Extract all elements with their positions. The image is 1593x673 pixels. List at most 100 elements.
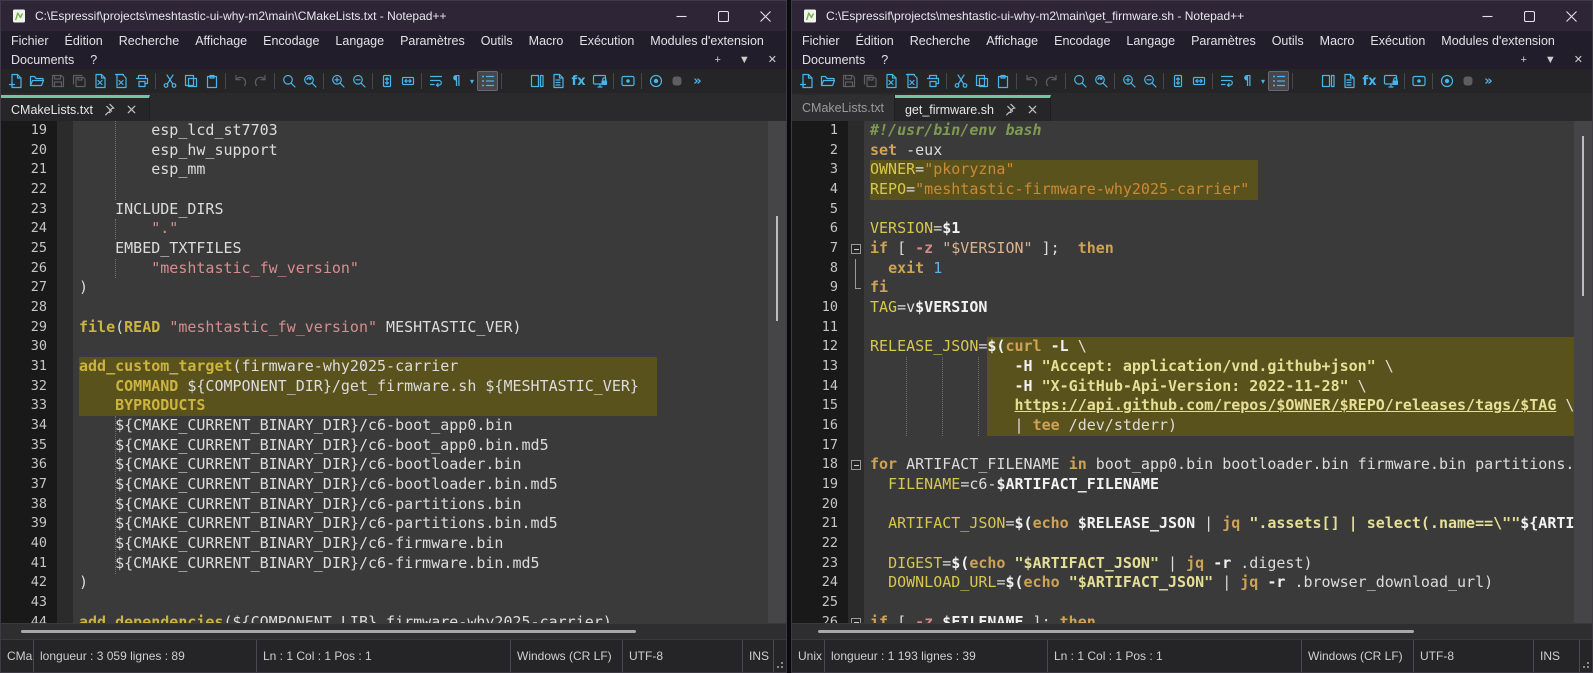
vertical-scrollbar-thumb[interactable] [776, 216, 778, 321]
tab-list-button[interactable]: ▼ [730, 54, 759, 66]
macro-play-icon[interactable] [1436, 71, 1457, 91]
menu-item-8[interactable]: Macro [1312, 34, 1363, 48]
minimize-button[interactable] [1466, 1, 1508, 31]
macro-play-icon[interactable] [645, 71, 666, 91]
doc-map-icon[interactable] [1317, 71, 1338, 91]
zoom-out-icon[interactable] [348, 71, 369, 91]
cut-icon[interactable] [159, 71, 180, 91]
vertical-scrollbar[interactable] [768, 121, 786, 623]
code-editor[interactable]: 19 esp_lcd_st770320 esp_hw_support21 esp… [1, 121, 786, 623]
tab-close-icon[interactable] [1025, 102, 1040, 117]
tab-cmakelists-txt[interactable]: CMakeLists.txt [1, 95, 150, 121]
menu-item-7[interactable]: Outils [473, 34, 521, 48]
menu-item-10[interactable]: Modules d'extension [1433, 34, 1563, 48]
horizontal-scrollbar-thumb[interactable] [818, 630, 1414, 633]
code-editor[interactable]: 1#!/usr/bin/env bash2set -eux3OWNER="pko… [792, 121, 1592, 623]
menu-item-5[interactable]: Langage [327, 34, 392, 48]
doc-map-icon[interactable] [526, 71, 547, 91]
menu-item-6[interactable]: Paramètres [392, 34, 473, 48]
close-file-icon[interactable] [89, 71, 110, 91]
menu-item-row2-1[interactable]: ? [873, 53, 896, 67]
menu-item-7[interactable]: Outils [1264, 34, 1312, 48]
menu-item-2[interactable]: Recherche [111, 34, 187, 48]
new-file-icon[interactable] [796, 71, 817, 91]
indent-guides-icon[interactable] [1268, 71, 1289, 91]
function-list-icon[interactable] [1296, 71, 1317, 91]
horizontal-scrollbar[interactable] [792, 623, 1592, 639]
doc-list-icon[interactable] [547, 71, 568, 91]
word-wrap-icon[interactable] [425, 71, 446, 91]
menu-item-8[interactable]: Macro [521, 34, 572, 48]
function-list-icon[interactable] [505, 71, 526, 91]
menu-item-1[interactable]: Édition [57, 34, 111, 48]
open-file-icon[interactable] [26, 71, 47, 91]
menu-item-9[interactable]: Exécution [1362, 34, 1433, 48]
tab-cmakelists-txt[interactable]: CMakeLists.txt [792, 95, 895, 121]
new-tab-button[interactable]: + [1511, 54, 1535, 66]
resize-grip[interactable] [1580, 640, 1592, 672]
sync-scroll-h-icon[interactable] [1188, 71, 1209, 91]
copy-icon[interactable] [971, 71, 992, 91]
new-file-icon[interactable] [5, 71, 26, 91]
paste-icon[interactable] [992, 71, 1013, 91]
menu-item-10[interactable]: Modules d'extension [642, 34, 772, 48]
toolbar-overflow-icon[interactable]: » [1478, 71, 1499, 91]
doc-monitor-icon[interactable] [1380, 71, 1401, 91]
open-file-icon[interactable] [817, 71, 838, 91]
show-symbols-icon[interactable]: ¶ [1237, 71, 1258, 91]
doc-list-icon[interactable] [1338, 71, 1359, 91]
cut-icon[interactable] [950, 71, 971, 91]
vertical-scrollbar-thumb[interactable] [1582, 136, 1584, 296]
close-doc-button[interactable]: ✕ [1565, 53, 1592, 66]
tab-get-firmware-sh[interactable]: get_firmware.sh [895, 95, 1051, 121]
function-completion-icon[interactable]: fx [568, 71, 589, 91]
menu-item-6[interactable]: Paramètres [1183, 34, 1264, 48]
find-icon[interactable] [1069, 71, 1090, 91]
menu-item-1[interactable]: Édition [848, 34, 902, 48]
close-doc-button[interactable]: ✕ [759, 53, 786, 66]
function-completion-icon[interactable]: fx [1359, 71, 1380, 91]
doc-monitor-icon[interactable] [589, 71, 610, 91]
maximize-button[interactable] [702, 1, 744, 31]
close-all-icon[interactable] [901, 71, 922, 91]
tab-close-icon[interactable] [124, 102, 139, 117]
close-button[interactable] [744, 1, 786, 31]
close-all-icon[interactable] [110, 71, 131, 91]
replace-icon[interactable] [1090, 71, 1111, 91]
pin-icon[interactable] [1002, 102, 1017, 117]
horizontal-scrollbar-thumb[interactable] [21, 630, 636, 633]
zoom-out-icon[interactable] [1139, 71, 1160, 91]
menu-item-row2-0[interactable]: Documents [794, 53, 873, 67]
show-symbols-dropdown-icon[interactable]: ▾ [467, 71, 477, 91]
menu-item-5[interactable]: Langage [1118, 34, 1183, 48]
close-file-icon[interactable] [880, 71, 901, 91]
menu-item-0[interactable]: Fichier [3, 34, 57, 48]
tab-list-button[interactable]: ▼ [1536, 54, 1565, 66]
menu-item-2[interactable]: Recherche [902, 34, 978, 48]
paste-icon[interactable] [201, 71, 222, 91]
zoom-in-icon[interactable] [1118, 71, 1139, 91]
menu-item-row2-0[interactable]: Documents [3, 53, 82, 67]
resize-grip[interactable] [774, 640, 786, 672]
horizontal-scrollbar[interactable] [1, 623, 786, 639]
show-symbols-icon[interactable]: ¶ [446, 71, 467, 91]
fold-margin[interactable] [848, 455, 864, 475]
minimize-button[interactable] [660, 1, 702, 31]
close-button[interactable] [1550, 1, 1592, 31]
word-wrap-icon[interactable] [1216, 71, 1237, 91]
menu-item-4[interactable]: Encodage [255, 34, 327, 48]
vertical-scrollbar[interactable] [1574, 121, 1592, 623]
replace-icon[interactable] [299, 71, 320, 91]
menu-item-3[interactable]: Affichage [978, 34, 1046, 48]
fold-margin[interactable] [848, 613, 864, 623]
copy-icon[interactable] [180, 71, 201, 91]
sync-scroll-v-icon[interactable] [376, 71, 397, 91]
fold-margin[interactable] [848, 239, 864, 259]
zoom-in-icon[interactable] [327, 71, 348, 91]
macro-record-icon[interactable] [617, 71, 638, 91]
menu-item-9[interactable]: Exécution [571, 34, 642, 48]
sync-scroll-h-icon[interactable] [397, 71, 418, 91]
toolbar-overflow-icon[interactable]: » [687, 71, 708, 91]
sync-scroll-v-icon[interactable] [1167, 71, 1188, 91]
menu-item-3[interactable]: Affichage [187, 34, 255, 48]
